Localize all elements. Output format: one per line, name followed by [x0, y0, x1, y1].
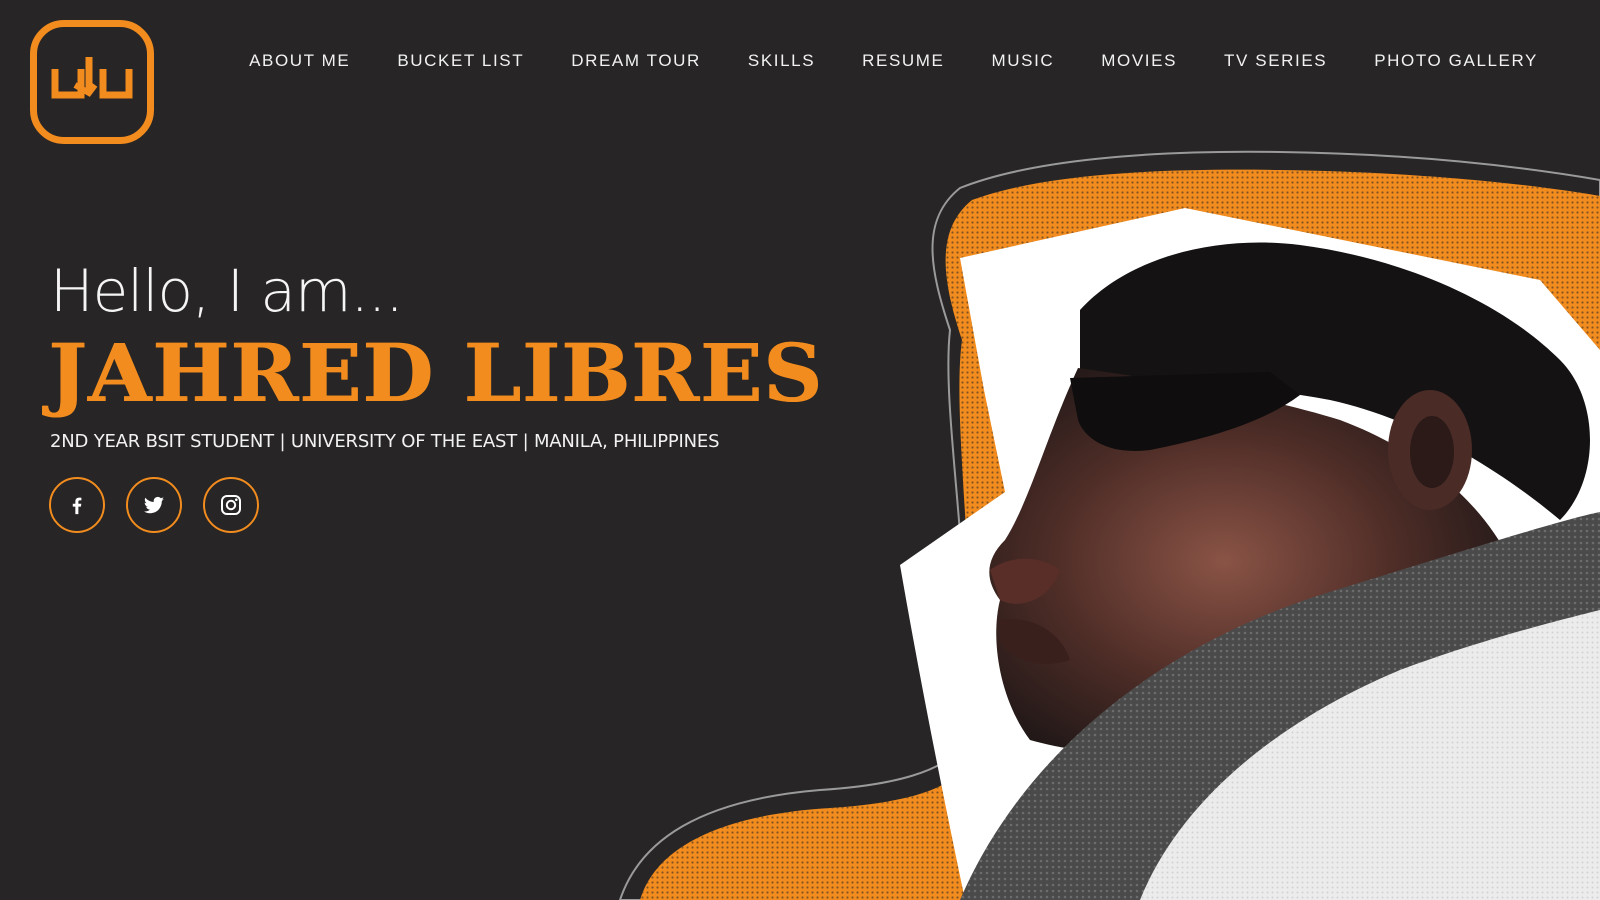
hero-tagline: 2ND YEAR BSIT STUDENT | UNIVERSITY OF TH… — [50, 431, 720, 452]
page: ABOUT ME BUCKET LIST DREAM TOUR SKILLS R… — [0, 0, 1600, 900]
main-nav: ABOUT ME BUCKET LIST DREAM TOUR SKILLS R… — [202, 50, 1538, 72]
nav-photo-gallery[interactable]: PHOTO GALLERY — [1374, 50, 1538, 72]
nav-dream-tour[interactable]: DREAM TOUR — [571, 50, 701, 72]
nav-music[interactable]: MUSIC — [992, 50, 1055, 72]
facebook-button[interactable] — [49, 477, 105, 533]
nav-bucket-list[interactable]: BUCKET LIST — [397, 50, 524, 72]
social-links — [49, 477, 280, 533]
site-logo[interactable] — [30, 20, 154, 144]
nav-skills[interactable]: SKILLS — [748, 50, 815, 72]
hero-greeting: Hello, I am... — [50, 257, 404, 325]
twitter-button[interactable] — [126, 477, 182, 533]
jl-monogram-icon — [51, 57, 133, 99]
nav-about-me[interactable]: ABOUT ME — [249, 50, 350, 72]
nav-movies[interactable]: MOVIES — [1101, 50, 1177, 72]
facebook-icon — [72, 497, 82, 515]
instagram-button[interactable] — [203, 477, 259, 533]
twitter-icon — [143, 496, 164, 514]
hero-name: JAHRED LIBRES — [48, 326, 823, 420]
nav-tv-series[interactable]: TV SERIES — [1224, 50, 1327, 72]
profile-photo — [900, 200, 1600, 900]
instagram-icon — [221, 495, 241, 515]
nav-resume[interactable]: RESUME — [862, 50, 944, 72]
